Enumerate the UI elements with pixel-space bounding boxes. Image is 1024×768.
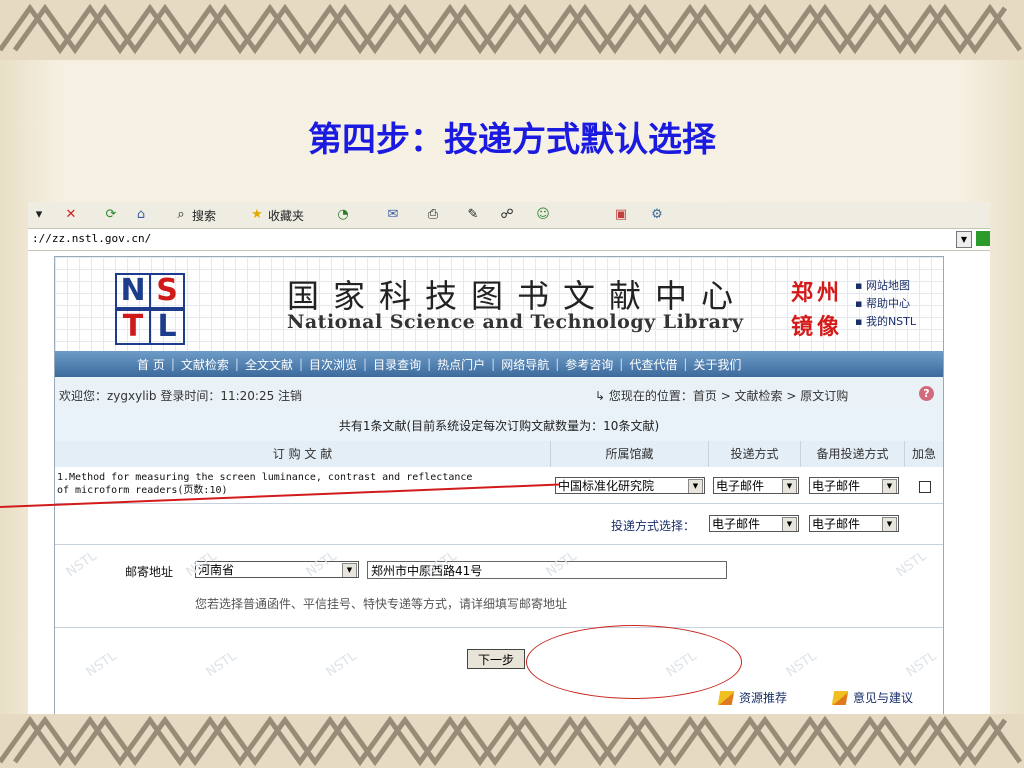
chevron-down-icon: ▼ — [882, 517, 897, 531]
pencil-icon — [831, 690, 849, 705]
chevron-down-icon: ▼ — [782, 479, 797, 493]
status-bar: 欢迎您：zygxylib 登录时间：11:20:25 注销 ↳ 您现在的位置：首… — [55, 377, 943, 412]
nav-item-search[interactable]: 文献检索 — [181, 356, 229, 373]
default-delivery-label: 投递方式选择： — [611, 519, 696, 533]
col-header-backup: 备用投递方式 — [801, 441, 905, 467]
favorites-toolbar-button[interactable]: ★ 收藏夹 — [248, 206, 304, 224]
mail-icon[interactable]: ✉ — [384, 206, 404, 224]
nstl-logo: N S T L — [115, 273, 185, 345]
address-text: ://zz.nstl.gov.cn/ — [32, 232, 152, 245]
collection-select[interactable]: 中国标准化研究院 ▼ — [555, 477, 705, 494]
welcome-text: 欢迎您：zygxylib 登录时间：11:20:25 注销 — [59, 389, 303, 403]
decorative-border-bottom — [0, 714, 1024, 768]
browser-screenshot: ▾ ✕ ⟳ ⌂ ⌕ 搜索 ★ 收藏夹 ◔ ✉ ⎙ ✎ ☍ ☺ ▣ ⚙ ://zz.n… — [28, 202, 990, 714]
nav-item-fulltext[interactable]: 全文文献 — [245, 356, 293, 373]
default-delivery-select[interactable]: 电子邮件 ▼ — [709, 515, 799, 532]
quick-links: ▪ 网站地图 ▪ 帮助中心 ▪ 我的NSTL — [855, 277, 916, 331]
action-area: 下一步 资源推荐 意见与建议 — [55, 627, 943, 714]
col-header-urgent: 加急 — [911, 447, 936, 461]
address-bar[interactable]: ://zz.nstl.gov.cn/ ▼ — [28, 229, 990, 251]
discuss-icon[interactable]: ☍ — [498, 206, 518, 224]
delivery-select[interactable]: 电子邮件 ▼ — [713, 477, 799, 494]
postal-hint: 您若选择普通函件、平信挂号、特快专递等方式，请详细填写邮寄地址 — [195, 597, 568, 611]
col-header-document: 订 购 文 献 — [55, 441, 551, 467]
annotation-ellipse — [526, 625, 742, 699]
messenger-icon[interactable]: ☺ — [534, 206, 554, 224]
breadcrumb: ↳ 您现在的位置：首页 > 文献检索 > 原文订购 — [595, 389, 849, 403]
mirror-label-line1: 郑州 — [791, 281, 844, 306]
next-step-button[interactable]: 下一步 — [467, 649, 525, 669]
postal-address-row: 邮寄地址 河南省 ▼ 郑州市中原西路41号 您若选择普通函件、平信挂号、特快专递等… — [55, 545, 943, 628]
stop-icon[interactable]: ✕ — [62, 206, 82, 224]
star-icon: ★ — [251, 207, 263, 222]
main-nav: 首 页 | 文献检索 | 全文文献 | 目次浏览 | 目录查询 | 热点门户 | 网络导航 |… — [55, 351, 943, 377]
feedback-link[interactable]: 意见与建议 — [831, 689, 913, 706]
history-icon[interactable]: ◔ — [334, 206, 354, 224]
refresh-icon[interactable]: ⟳ — [102, 206, 122, 224]
home-icon[interactable]: ⌂ — [132, 206, 152, 224]
help-icon[interactable]: ? — [919, 386, 934, 401]
search-icon: ⌕ — [177, 207, 185, 222]
default-delivery-row: 投递方式选择： 电子邮件 ▼ 电子邮件 ▼ — [55, 504, 943, 545]
nav-item-toc[interactable]: 目次浏览 — [309, 356, 357, 373]
nav-item-catalog[interactable]: 目录查询 — [373, 356, 421, 373]
chevron-down-icon: ▼ — [688, 479, 703, 493]
search-toolbar-button[interactable]: ⌕ 搜索 — [172, 206, 216, 224]
postal-address-label: 邮寄地址 — [125, 565, 174, 579]
site-banner: N S T L 国家科技图书文献中心 National Science and … — [55, 257, 943, 351]
urgent-checkbox[interactable] — [919, 481, 931, 493]
resource-recommend-link[interactable]: 资源推荐 — [717, 689, 787, 706]
chevron-down-icon: ▼ — [882, 479, 897, 493]
chevron-down-icon: ▼ — [342, 563, 357, 577]
quick-link-sitemap[interactable]: ▪ 网站地图 — [855, 277, 916, 295]
back-dropdown-icon[interactable]: ▾ — [30, 206, 50, 224]
slide-title: 第四步：投递方式默认选择 — [308, 120, 716, 160]
print-icon[interactable]: ⎙ — [424, 206, 444, 224]
nav-item-home[interactable]: 首 页 — [137, 356, 165, 373]
go-icon[interactable] — [976, 231, 990, 246]
nav-item-reference[interactable]: 参考咨询 — [565, 356, 613, 373]
library-name-en: National Science and Technology Library — [287, 311, 744, 333]
chevron-down-icon: ▼ — [782, 517, 797, 531]
default-backup-delivery-select[interactable]: 电子邮件 ▼ — [809, 515, 899, 532]
nav-item-about[interactable]: 关于我们 — [693, 356, 741, 373]
quick-link-help[interactable]: ▪ 帮助中心 — [855, 295, 916, 313]
backup-delivery-select[interactable]: 电子邮件 ▼ — [809, 477, 899, 494]
pencil-icon — [717, 690, 735, 705]
quick-link-my-nstl[interactable]: ▪ 我的NSTL — [855, 313, 916, 331]
browser-toolbar: ▾ ✕ ⟳ ⌂ ⌕ 搜索 ★ 收藏夹 ◔ ✉ ⎙ ✎ ☍ ☺ ▣ ⚙ — [28, 202, 990, 229]
tools-icon[interactable]: ⚙ — [648, 206, 668, 224]
table-header: 订 购 文 献 所属馆藏 投递方式 备用投递方式 加急 — [55, 441, 943, 468]
order-summary: 共有1条文献(目前系统设定每次订购文献数量为：10条文献) — [55, 411, 943, 442]
nav-item-portal[interactable]: 热点门户 — [437, 356, 485, 373]
col-header-delivery: 投递方式 — [709, 441, 801, 467]
decorative-border-top — [0, 0, 1024, 60]
nav-item-web-nav[interactable]: 网络导航 — [501, 356, 549, 373]
address-dropdown-icon[interactable]: ▼ — [956, 231, 972, 248]
nav-item-proxy[interactable]: 代查代借 — [629, 356, 677, 373]
col-header-collection: 所属馆藏 — [551, 441, 709, 467]
mirror-label-line2: 镜像 — [791, 315, 844, 340]
research-icon[interactable]: ▣ — [612, 206, 632, 224]
edit-icon[interactable]: ✎ — [464, 206, 484, 224]
